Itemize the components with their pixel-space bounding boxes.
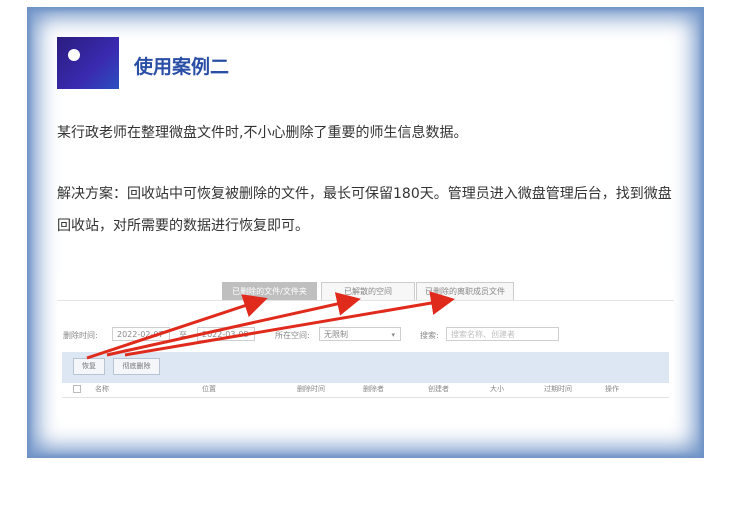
logo-dot-icon [68,49,80,61]
arrow-to-dissolved-spaces-tab [106,292,361,357]
section-title: 使用案例二 [134,56,230,78]
solution-text: 解决方案：回收站中可恢复被删除的文件，最长可保留180天。管理员进入微盘管理后台… [57,186,672,234]
recycle-bin-screenshot: 已删除的文件/文件夹 已解散的空间 已删除的离职成员文件 删除时间: 2022-… [57,278,674,418]
section-logo [57,37,119,89]
case-description: 某行政老师在整理微盘文件时,不小心删除了重要的师生信息数据。 [57,125,468,141]
arrow-to-deleted-files-tab [86,294,268,360]
arrow-to-departed-member-tab [124,291,455,357]
annotation-arrows [86,291,455,360]
